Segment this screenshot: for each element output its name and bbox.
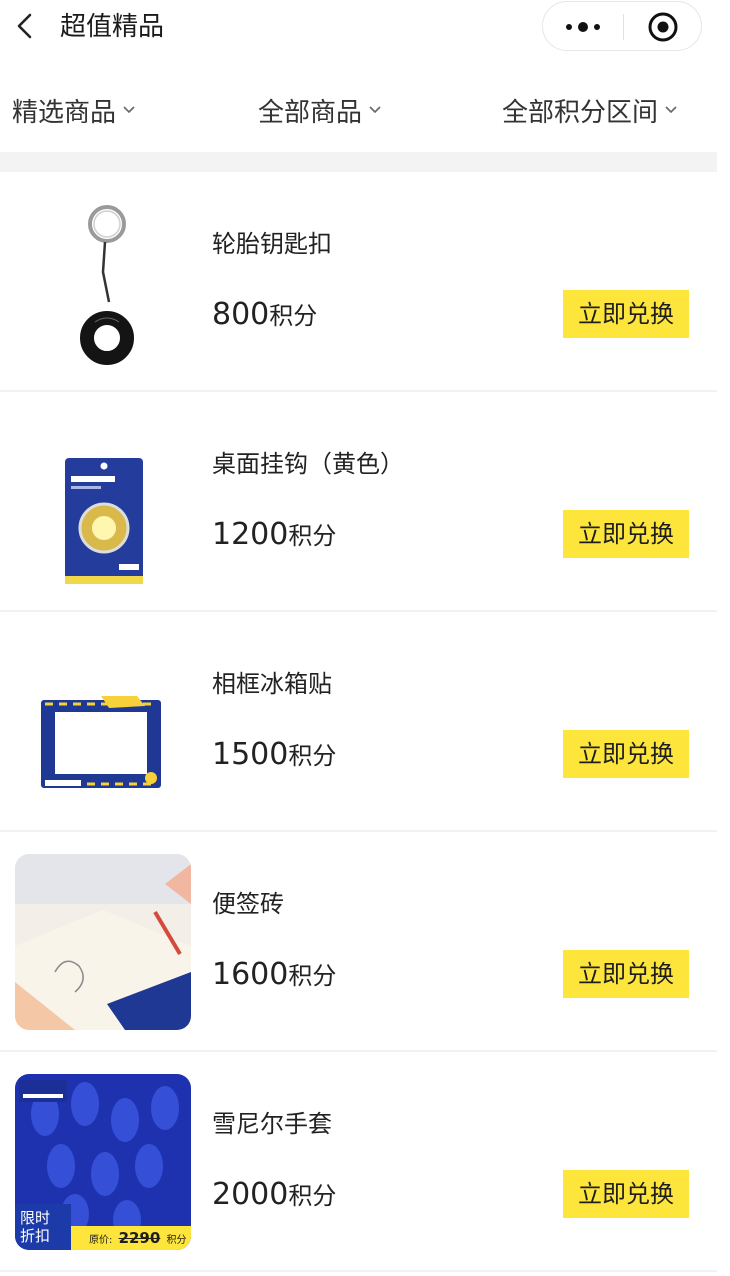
product-image-desk-hook[interactable]	[15, 414, 191, 590]
badge-line2: 折扣	[20, 1227, 51, 1245]
product-name: 雪尼尔手套	[212, 1110, 332, 1138]
points-value: 2000	[212, 1177, 289, 1212]
points-value: 1500	[212, 737, 289, 772]
product-price: 1200 积分	[212, 516, 336, 556]
product-name: 轮胎钥匙扣	[212, 230, 332, 258]
product-row: 轮胎钥匙扣 800 积分 立即兑换	[0, 172, 717, 392]
nav-bar: 超值精品	[0, 0, 730, 56]
chevron-down-icon	[123, 106, 135, 114]
section-divider	[0, 152, 717, 172]
points-value: 1200	[212, 517, 289, 552]
product-name: 相框冰箱贴	[212, 670, 332, 698]
more-button[interactable]	[543, 2, 623, 50]
filter-label: 全部积分区间	[502, 97, 659, 128]
original-price-strip: 原价: 2290 积分	[71, 1226, 191, 1250]
orig-label: 原价:	[89, 1235, 113, 1246]
filter-bar: 精选商品 全部商品 全部积分区间	[0, 72, 730, 148]
redeem-button[interactable]: 立即兑换	[563, 1170, 689, 1218]
product-price: 800 积分	[212, 296, 317, 336]
filter-label: 全部商品	[258, 97, 363, 128]
points-unit: 积分	[269, 302, 318, 330]
filter-category[interactable]: 全部商品	[258, 90, 382, 130]
points-unit: 积分	[288, 1182, 337, 1210]
points-unit: 积分	[288, 522, 337, 550]
points-unit: 积分	[288, 962, 337, 990]
product-image-sticky-notes[interactable]	[15, 854, 191, 1030]
product-list: 轮胎钥匙扣 800 积分 立即兑换 桌面挂钩（黄色） 1200 积分 立即兑换 …	[0, 172, 717, 1272]
product-name: 便签砖	[212, 890, 284, 918]
target-close-icon	[648, 12, 678, 42]
product-price: 1600 积分	[212, 956, 336, 996]
chevron-down-icon	[665, 106, 677, 114]
orig-price: 2290	[118, 1229, 161, 1247]
product-row: 相框冰箱贴 1500 积分 立即兑换	[0, 612, 717, 832]
close-button[interactable]	[624, 2, 702, 50]
product-price: 1500 积分	[212, 736, 336, 776]
product-image-keychain[interactable]	[15, 194, 191, 370]
product-name: 桌面挂钩（黄色）	[212, 450, 404, 478]
back-button[interactable]	[8, 8, 44, 44]
redeem-button[interactable]: 立即兑换	[563, 510, 689, 558]
redeem-button[interactable]: 立即兑换	[563, 950, 689, 998]
product-row: 便签砖 1600 积分 立即兑换	[0, 832, 717, 1052]
limited-discount-badge: 限时 折扣	[15, 1204, 71, 1250]
more-dots-icon	[566, 22, 600, 32]
filter-label: 精选商品	[12, 97, 117, 128]
points-unit: 积分	[288, 742, 337, 770]
redeem-button[interactable]: 立即兑换	[563, 730, 689, 778]
chevron-down-icon	[369, 106, 381, 114]
chevron-left-icon	[17, 13, 32, 39]
orig-unit: 积分	[166, 1235, 187, 1246]
product-row: 桌面挂钩（黄色） 1200 积分 立即兑换	[0, 392, 717, 612]
points-value: 800	[212, 297, 270, 332]
badge-line1: 限时	[20, 1209, 51, 1227]
filter-points-range[interactable]: 全部积分区间	[502, 90, 678, 130]
product-price: 2000 积分	[212, 1176, 336, 1216]
product-row: 限时 折扣 原价: 2290 积分 雪尼尔手套 2000 积分 立即兑换	[0, 1052, 717, 1272]
filter-featured[interactable]: 精选商品	[12, 90, 136, 130]
mini-program-capsule	[542, 1, 702, 51]
product-image-glove[interactable]: 限时 折扣 原价: 2290 积分	[15, 1074, 191, 1250]
product-image-photo-frame[interactable]	[15, 634, 191, 810]
points-value: 1600	[212, 957, 289, 992]
page-title: 超值精品	[60, 12, 165, 42]
redeem-button[interactable]: 立即兑换	[563, 290, 689, 338]
